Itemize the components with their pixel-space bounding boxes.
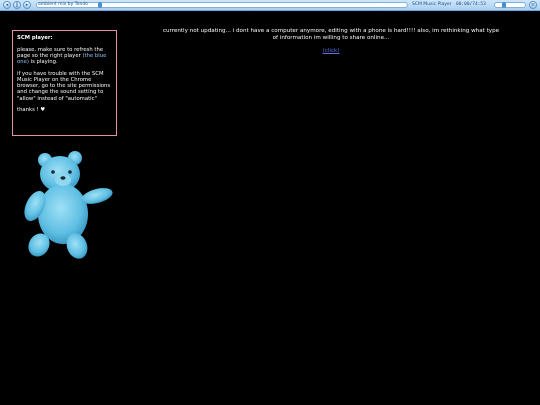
refresh-note: please, make sure to refresh the page so… [17, 47, 112, 66]
track-title: ambient mix by Tondo [38, 2, 88, 7]
time-display: 00:00/74:53 [456, 2, 486, 7]
refresh-note-end: is playing. [28, 59, 58, 66]
prev-icon[interactable]: ◂ [3, 1, 11, 9]
scm-info-box: SCM player: please, make sure to refresh… [12, 30, 117, 136]
music-player-bar: ◂ ‖ ▸ ambient mix by Tondo SCM Music Pla… [0, 0, 540, 11]
notice: currently not updating... i dont have a … [160, 28, 502, 55]
volume-slider[interactable] [494, 2, 526, 8]
info-box-title: SCM player: [17, 35, 53, 41]
notice-text: currently not updating... i dont have a … [162, 28, 500, 41]
volume-slider-handle[interactable] [502, 2, 506, 8]
track-progress-bar[interactable] [36, 2, 408, 8]
menu-icon[interactable]: ≡ [529, 1, 537, 9]
teddy-bear-image [24, 151, 113, 259]
thanks-note: thanks ! ♥ [17, 107, 46, 114]
notice-link[interactable]: (click) [160, 48, 502, 55]
pause-icon[interactable]: ‖ [13, 1, 21, 9]
next-icon[interactable]: ▸ [23, 1, 31, 9]
chrome-note: if you have trouble with the SCM Music P… [17, 70, 111, 102]
progress-slider-handle[interactable] [98, 2, 102, 8]
player-name: SCM Music Player [412, 2, 452, 7]
